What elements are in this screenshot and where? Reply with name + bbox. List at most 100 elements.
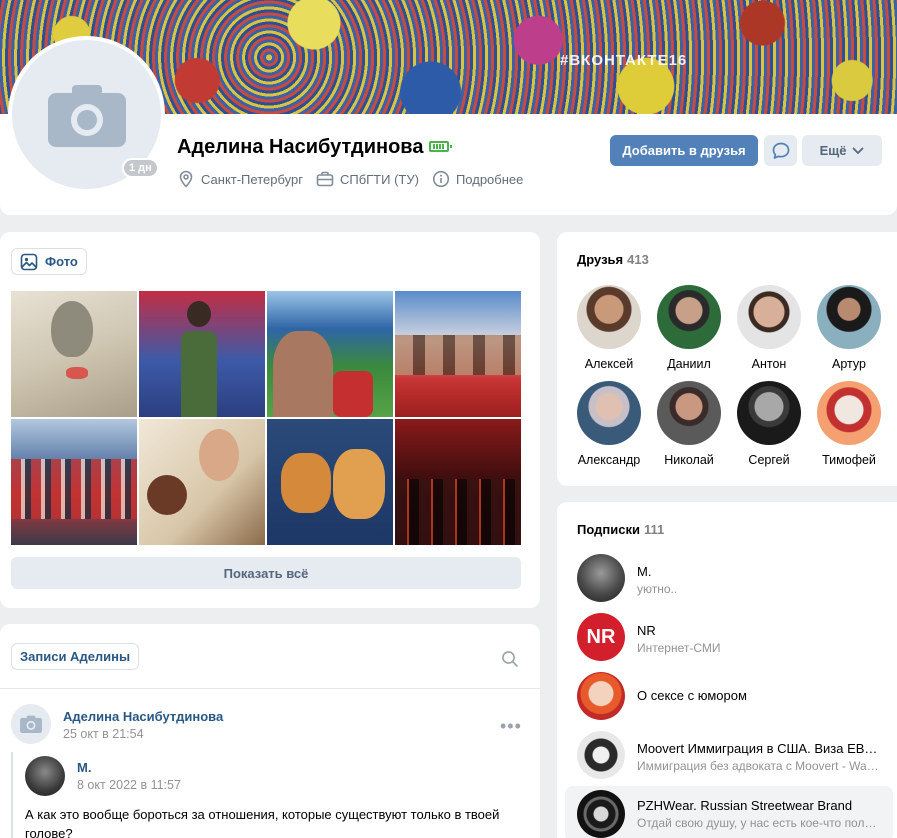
friend-item[interactable]: Александр bbox=[569, 381, 649, 467]
friends-count: 413 bbox=[627, 252, 649, 267]
friend-item[interactable]: Сергей bbox=[729, 381, 809, 467]
photo-grid bbox=[11, 291, 521, 545]
friend-name: Тимофей bbox=[822, 453, 876, 467]
friend-item[interactable]: Тимофей bbox=[809, 381, 889, 467]
friend-item[interactable]: Даниил bbox=[649, 285, 729, 371]
photo-thumbnail[interactable] bbox=[139, 291, 265, 417]
repost-author-name[interactable]: М. bbox=[77, 760, 91, 775]
friend-avatar bbox=[737, 381, 801, 445]
subscription-title: Moovert Иммиграция в США. Виза EB-… bbox=[637, 741, 881, 756]
location-icon bbox=[179, 170, 193, 188]
friends-title-label: Друзья bbox=[577, 252, 624, 267]
camera-icon bbox=[47, 84, 126, 147]
post-menu-icon[interactable]: ••• bbox=[500, 716, 522, 737]
friend-item[interactable]: Алексей bbox=[569, 285, 649, 371]
subscription-title: PZHWear. Russian Streetwear Brand bbox=[637, 798, 853, 813]
subscription-item[interactable]: PZHWear. Russian Streetwear Brand Отдай … bbox=[565, 786, 893, 838]
subscription-title: О сексе с юмором bbox=[637, 688, 747, 703]
friend-name: Алексей bbox=[584, 357, 634, 371]
message-button[interactable] bbox=[764, 135, 797, 166]
friend-item[interactable]: Николай bbox=[649, 381, 729, 467]
photo-icon bbox=[20, 253, 38, 270]
last-seen-badge: 1 дн bbox=[122, 158, 159, 178]
subscriptions-title[interactable]: Подписки 111 bbox=[577, 522, 664, 537]
friend-avatar bbox=[817, 381, 881, 445]
friend-name: Антон bbox=[751, 357, 787, 371]
friends-title[interactable]: Друзья 413 bbox=[577, 252, 649, 267]
profile-info-row: Санкт-Петербург СПбГТИ (ТУ) Подробнее bbox=[177, 170, 536, 188]
briefcase-icon bbox=[316, 171, 334, 187]
subscription-title: М. bbox=[637, 564, 652, 579]
friend-name: Артур bbox=[832, 357, 866, 371]
friend-avatar bbox=[737, 285, 801, 349]
search-icon[interactable] bbox=[501, 650, 519, 668]
post-author-avatar[interactable] bbox=[11, 704, 51, 744]
subscription-avatar bbox=[577, 731, 625, 779]
subscriptions-title-label: Подписки bbox=[577, 522, 640, 537]
repost-author-avatar[interactable] bbox=[25, 756, 65, 796]
cover-tag: #ВКОНТАКТЕ16 bbox=[560, 52, 688, 69]
subscription-avatar bbox=[577, 554, 625, 602]
subscription-subtitle: Иммиграция без адвоката с Moovert - Wa… bbox=[637, 759, 879, 773]
post-date[interactable]: 25 окт в 21:54 bbox=[63, 727, 144, 741]
post-text: А как это вообще бороться за отношения, … bbox=[25, 807, 500, 838]
details-link[interactable]: Подробнее bbox=[432, 170, 523, 188]
post-author-name[interactable]: Аделина Насибутдинова bbox=[63, 709, 223, 724]
photo-thumbnail[interactable] bbox=[395, 419, 521, 545]
subscription-subtitle: Интернет-СМИ bbox=[637, 641, 721, 655]
chevron-down-icon bbox=[853, 147, 864, 154]
subscription-title: NR bbox=[637, 623, 656, 638]
friend-name: Александр bbox=[577, 453, 641, 467]
friend-name: Николай bbox=[664, 453, 714, 467]
friend-avatar bbox=[657, 381, 721, 445]
posts-tab[interactable]: Записи Аделины bbox=[11, 643, 140, 670]
photo-thumbnail[interactable] bbox=[395, 291, 521, 417]
more-label: Ещё bbox=[819, 143, 847, 158]
subscription-avatar bbox=[577, 672, 625, 720]
photos-tab[interactable]: Фото bbox=[11, 248, 87, 275]
subscription-item[interactable]: М. уютно.. bbox=[565, 550, 893, 606]
message-icon bbox=[772, 142, 789, 159]
friend-avatar bbox=[657, 285, 721, 349]
photo-thumbnail[interactable] bbox=[139, 419, 265, 545]
info-icon bbox=[432, 170, 450, 188]
university-info[interactable]: СПбГТИ (ТУ) bbox=[316, 170, 419, 188]
show-all-photos-button[interactable]: Показать всё bbox=[11, 557, 521, 589]
photo-thumbnail[interactable] bbox=[11, 291, 137, 417]
friend-name: Даниил bbox=[667, 357, 711, 371]
subscription-subtitle: уютно.. bbox=[637, 582, 678, 596]
divider bbox=[0, 688, 540, 689]
camera-icon bbox=[20, 715, 42, 733]
subscription-subtitle: Отдай свою душу, у нас есть кое-что полу… bbox=[637, 816, 881, 830]
repost-date[interactable]: 8 окт 2022 в 11:57 bbox=[77, 778, 181, 792]
subscription-item[interactable]: NR NR Интернет-СМИ bbox=[565, 609, 893, 665]
subscription-avatar bbox=[577, 790, 625, 838]
city-info[interactable]: Санкт-Петербург bbox=[177, 170, 303, 188]
subscription-item[interactable]: Moovert Иммиграция в США. Виза EB-… Имми… bbox=[565, 727, 893, 783]
subscription-item[interactable]: О сексе с юмором bbox=[565, 668, 893, 724]
friend-name: Сергей bbox=[748, 453, 790, 467]
subscriptions-card: Подписки 111 М. уютно.. NR NR Интернет-СМ… bbox=[557, 502, 897, 838]
friends-card: Друзья 413 Алексей Даниил Антон Артур Але… bbox=[557, 232, 897, 486]
add-friend-button[interactable]: Добавить в друзья bbox=[610, 135, 758, 166]
battery-icon bbox=[429, 141, 452, 152]
subscriptions-count: 111 bbox=[643, 522, 665, 537]
nr-logo: NR bbox=[577, 613, 625, 661]
posts-card: Записи Аделины Аделина Насибутдинова 25 … bbox=[0, 624, 540, 838]
photo-thumbnail[interactable] bbox=[267, 291, 393, 417]
friend-avatar bbox=[577, 285, 641, 349]
details-label: Подробнее bbox=[455, 171, 524, 187]
city-label: Санкт-Петербург bbox=[201, 171, 303, 187]
friend-avatar bbox=[817, 285, 881, 349]
more-button[interactable]: Ещё bbox=[802, 135, 882, 166]
friend-item[interactable]: Антон bbox=[729, 285, 809, 371]
friend-item[interactable]: Артур bbox=[809, 285, 889, 371]
photos-tab-label: Фото bbox=[45, 254, 78, 269]
repost-bar bbox=[11, 752, 13, 838]
photo-thumbnail[interactable] bbox=[267, 419, 393, 545]
friend-avatar bbox=[577, 381, 641, 445]
photos-card: Фото Показать всё bbox=[0, 232, 540, 608]
photo-thumbnail[interactable] bbox=[11, 419, 137, 545]
university-label: СПбГТИ (ТУ) bbox=[339, 171, 419, 187]
profile-name: Аделина Насибутдинова bbox=[177, 136, 424, 158]
